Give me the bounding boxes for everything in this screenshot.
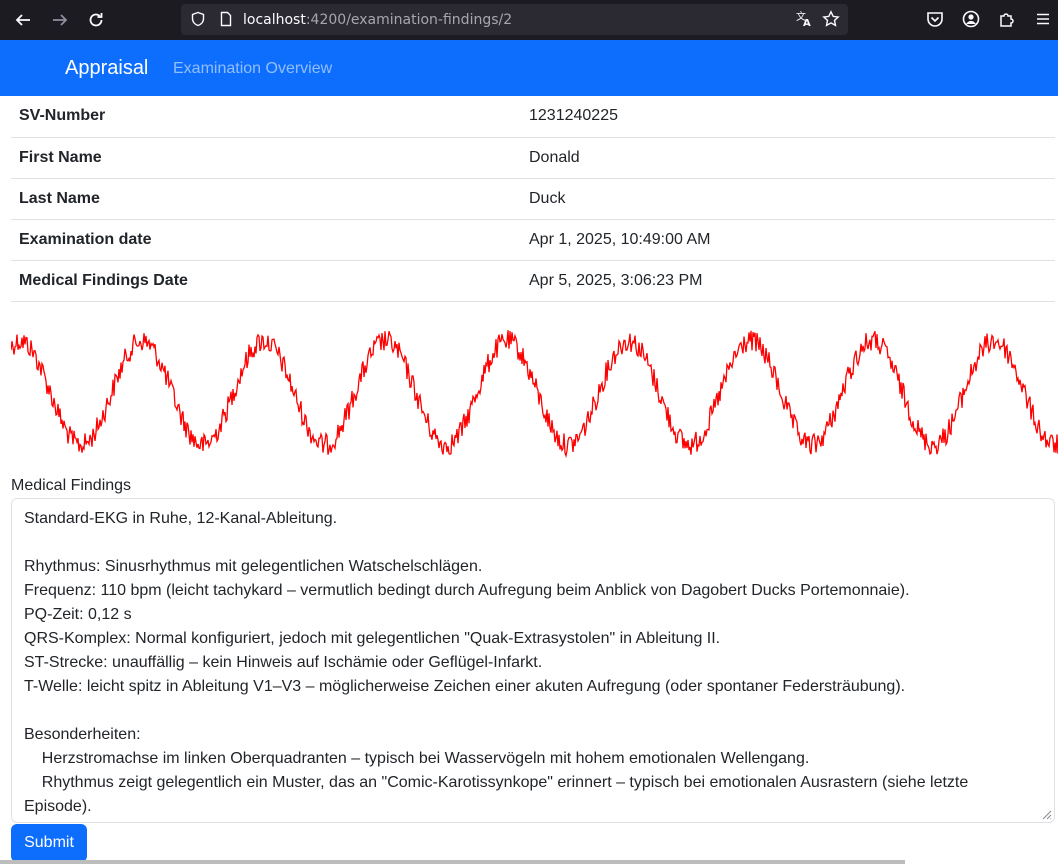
table-row: Medical Findings Date Apr 5, 2025, 3:06:… xyxy=(11,260,1055,301)
ecg-trace xyxy=(11,330,1058,459)
row-value: 1231240225 xyxy=(529,107,618,125)
page-icon[interactable] xyxy=(218,11,234,27)
browser-toolbar: localhost:4200/examination-findings/2 文A xyxy=(0,0,1058,40)
resize-handle-icon[interactable] xyxy=(1040,808,1052,820)
row-label: First Name xyxy=(19,148,102,166)
pocket-icon[interactable] xyxy=(926,10,944,28)
findings-textarea[interactable]: Standard-EKG in Ruhe, 12-Kanal-Ableitung… xyxy=(11,498,1055,823)
row-value: Apr 1, 2025, 10:49:00 AM xyxy=(529,230,711,248)
menu-icon[interactable] xyxy=(1034,10,1052,28)
translate-icon[interactable]: 文A xyxy=(795,10,813,28)
findings-label: Medical Findings xyxy=(11,477,132,494)
address-bar[interactable]: localhost:4200/examination-findings/2 文A xyxy=(181,4,848,35)
row-value: Duck xyxy=(529,189,566,207)
url-host: localhost xyxy=(243,12,306,28)
url-text[interactable]: localhost:4200/examination-findings/2 xyxy=(243,12,512,28)
ecg-waveform xyxy=(11,330,1058,459)
back-icon[interactable] xyxy=(11,8,35,32)
table-row: Last Name Duck xyxy=(11,178,1055,219)
submit-button[interactable]: Submit xyxy=(11,824,87,862)
url-path: :4200/examination-findings/2 xyxy=(305,12,513,28)
patient-info-table: SV-Number 1231240225 First Name Donald L… xyxy=(11,96,1055,302)
shield-icon[interactable] xyxy=(190,11,206,27)
findings-text: Standard-EKG in Ruhe, 12-Kanal-Ableitung… xyxy=(24,510,969,815)
row-label: Medical Findings Date xyxy=(19,271,188,289)
extensions-icon[interactable] xyxy=(998,10,1016,28)
svg-text:A: A xyxy=(803,18,811,28)
bookmark-star-icon[interactable] xyxy=(822,10,840,28)
app-navbar: Appraisal Examination Overview xyxy=(0,40,1058,96)
navbar-brand[interactable]: Appraisal xyxy=(65,57,148,80)
row-value: Donald xyxy=(529,148,580,166)
table-row: Examination date Apr 1, 2025, 10:49:00 A… xyxy=(11,219,1055,260)
forward-icon[interactable] xyxy=(48,8,72,32)
row-value: Apr 5, 2025, 3:06:23 PM xyxy=(529,271,703,289)
row-label: Last Name xyxy=(19,189,100,207)
table-row: First Name Donald xyxy=(11,137,1055,178)
nav-link-examination-overview[interactable]: Examination Overview xyxy=(173,60,332,78)
row-label: SV-Number xyxy=(19,107,106,125)
row-label: Examination date xyxy=(19,230,152,248)
table-row: SV-Number 1231240225 xyxy=(11,96,1055,137)
horizontal-scrollbar[interactable] xyxy=(0,860,905,864)
account-icon[interactable] xyxy=(962,10,980,28)
reload-icon[interactable] xyxy=(84,8,108,32)
